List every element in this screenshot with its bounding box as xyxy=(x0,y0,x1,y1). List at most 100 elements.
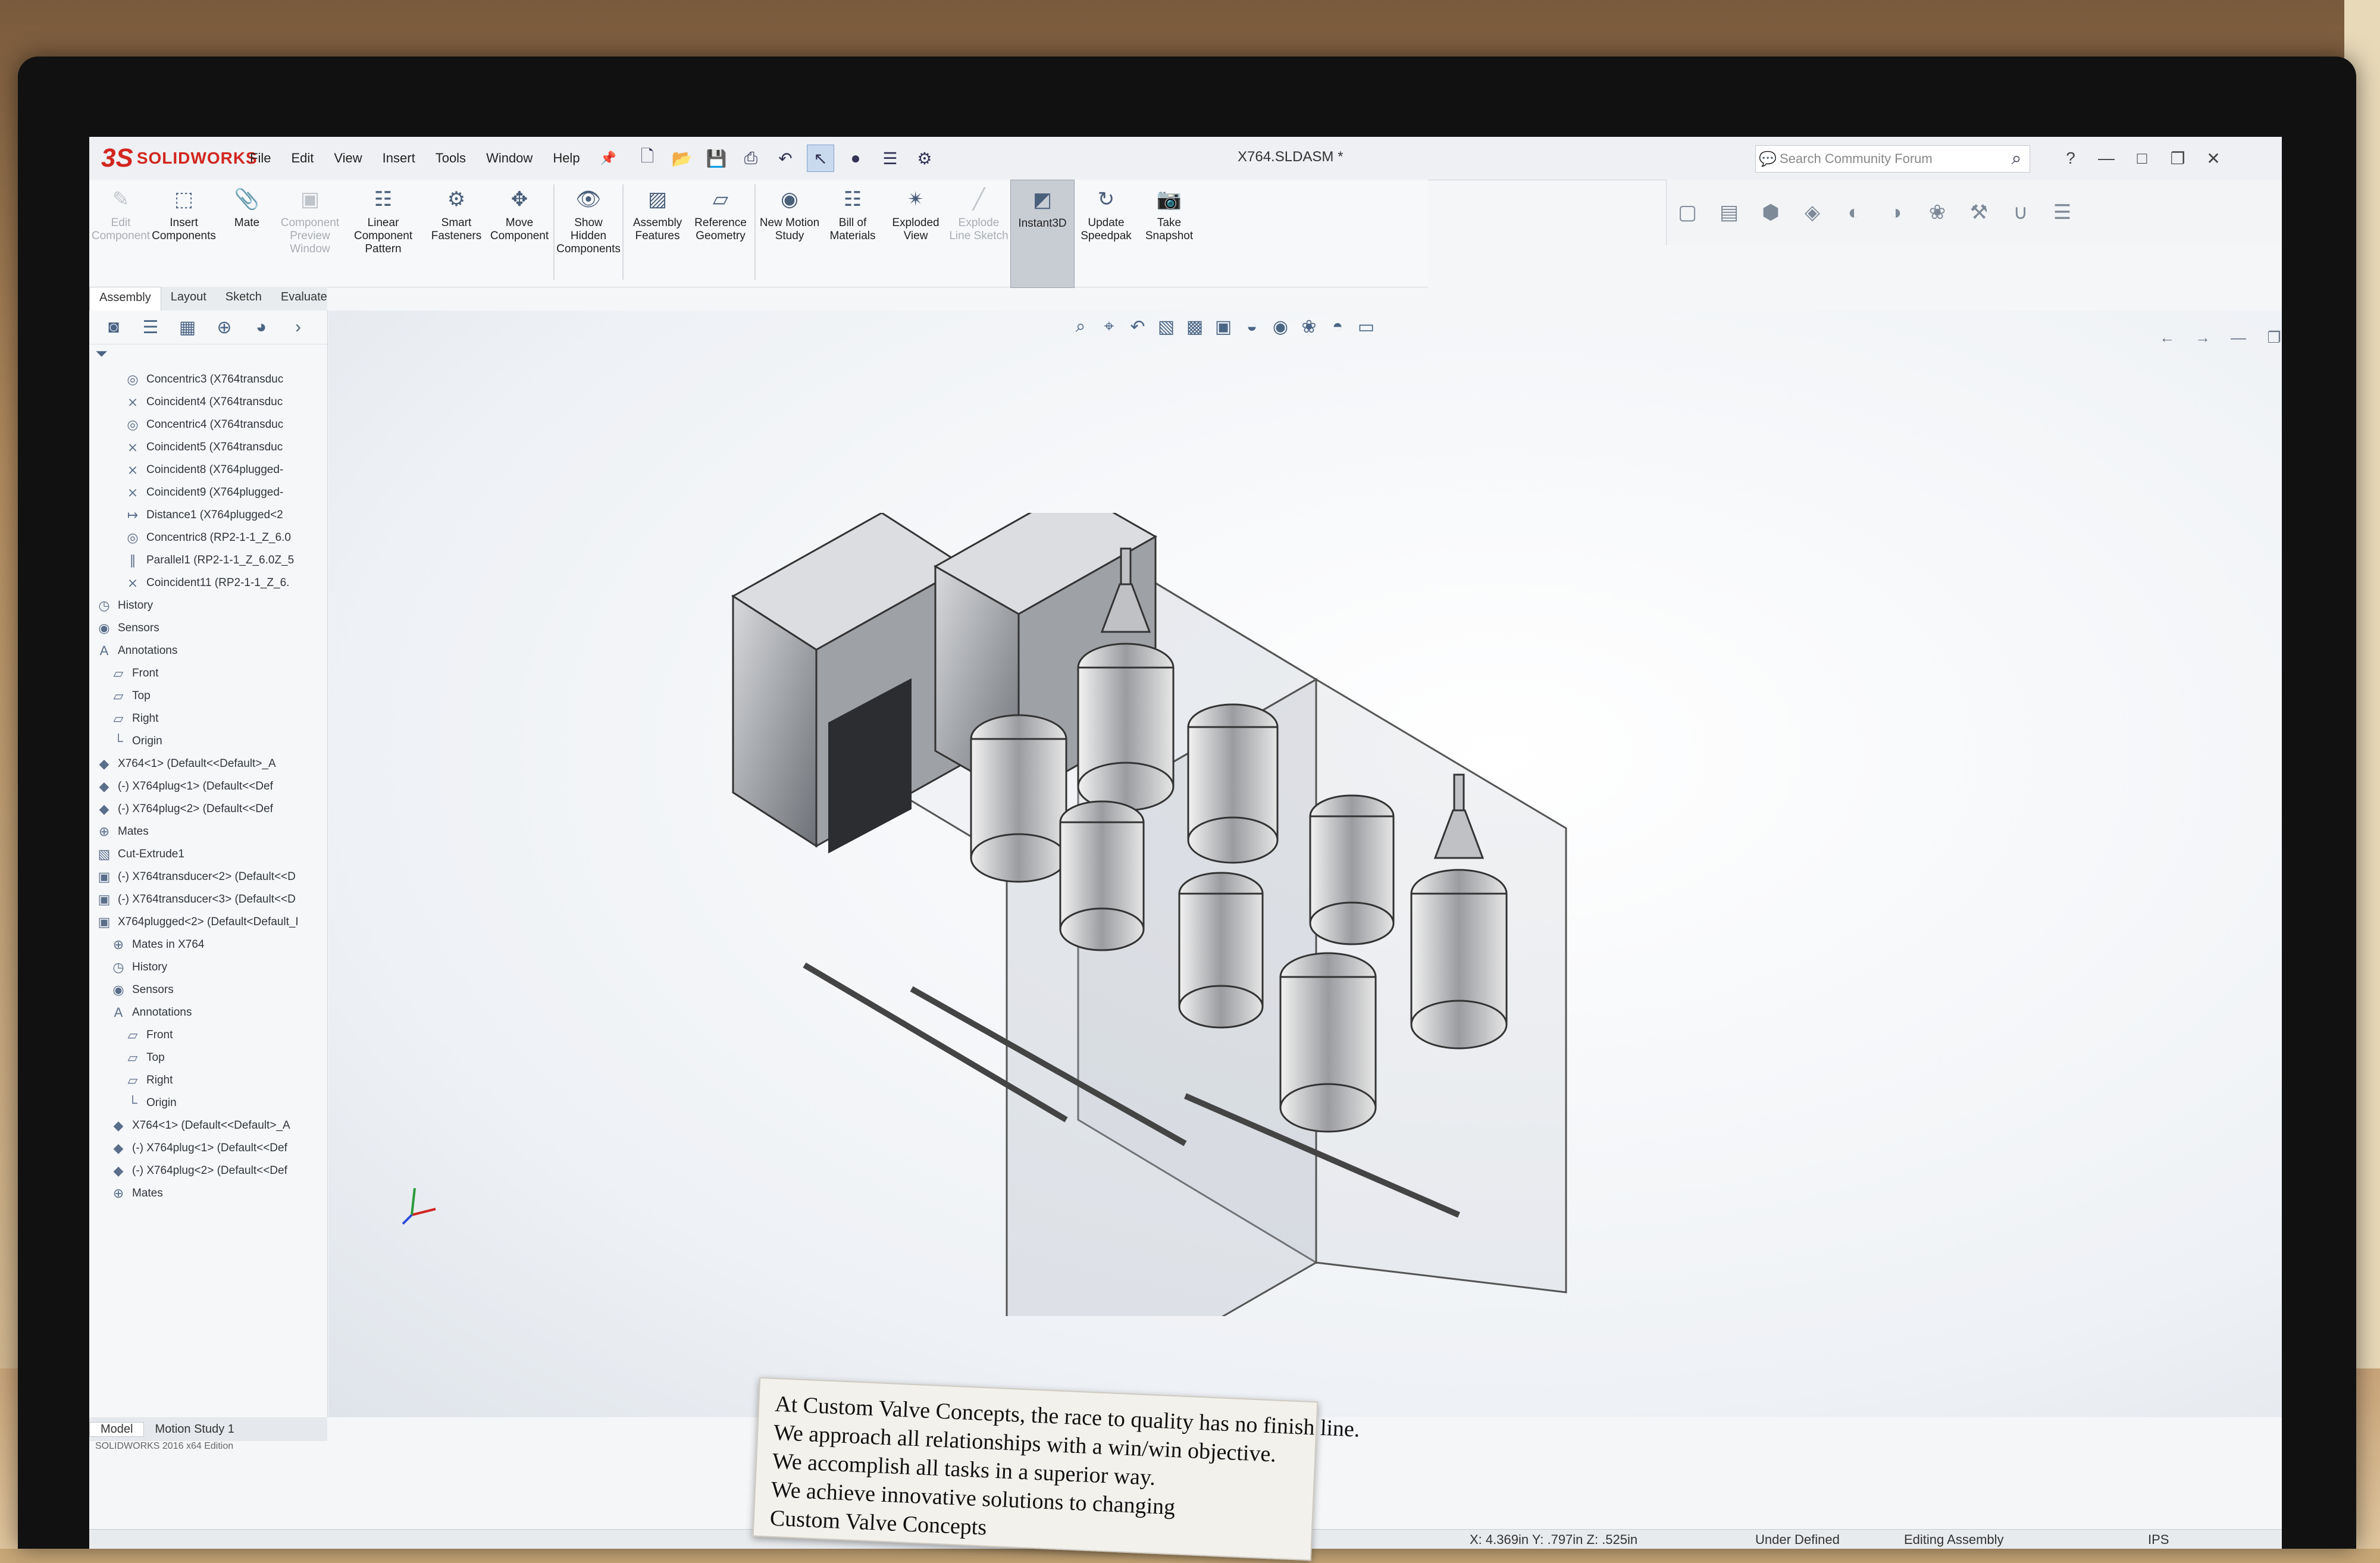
menu-tools[interactable]: Tools xyxy=(436,151,466,166)
undo-icon[interactable]: ↶ xyxy=(772,145,798,171)
exploded-view-button[interactable]: ✴ Exploded View xyxy=(884,180,947,287)
explode-line-sketch-button[interactable]: ╱ Explode Line Sketch xyxy=(947,180,1010,287)
tree-node[interactable]: ▣ (-) X764transducer<2> (Default<<D xyxy=(95,866,327,888)
feature-tree-icon[interactable]: ◙ xyxy=(95,317,132,337)
unit-system[interactable]: IPS xyxy=(2148,1532,2169,1548)
filter-icon[interactable]: ⏷ xyxy=(89,344,327,368)
bill-of-materials-button[interactable]: ☷ Bill of Materials xyxy=(821,180,884,287)
tile-icon[interactable]: ❐ xyxy=(2160,145,2196,171)
tree-node[interactable]: ◆ (-) X764plug<1> (Default<<Def xyxy=(95,1137,327,1160)
viewport-minimize-icon[interactable]: — xyxy=(2221,328,2256,347)
tab-motion-study-1[interactable]: Motion Study 1 xyxy=(144,1423,245,1436)
tree-node[interactable]: ⊕ Mates xyxy=(95,820,327,843)
tree-node[interactable]: A Annotations xyxy=(95,640,327,662)
tree-node[interactable]: ⨯ Coincident8 (X764plugged- xyxy=(95,459,327,481)
component-preview-window-button[interactable]: ▣ Component Preview Window xyxy=(278,180,342,287)
tree-node[interactable]: ⨯ Coincident11 (RP2-1-1_Z_6. xyxy=(95,572,327,594)
tree-node[interactable]: ▱ Front xyxy=(95,1024,327,1047)
tools-icon[interactable]: ⚒ xyxy=(1958,201,2000,224)
new-document-icon[interactable]: 🗋 xyxy=(634,145,660,171)
previous-view-icon[interactable]: ↶ xyxy=(1123,317,1152,337)
tree-node[interactable]: ▱ Front xyxy=(95,662,327,685)
scene-icon[interactable]: ◑ xyxy=(1875,201,1916,224)
hide-show-items-icon[interactable]: ◉ xyxy=(1266,317,1295,337)
tree-node[interactable]: ▱ Top xyxy=(95,685,327,707)
tree-node[interactable]: ◆ X764<1> (Default<<Default>_A xyxy=(95,1114,327,1137)
tree-node[interactable]: ▣ X764plugged<2> (Default<Default_I xyxy=(95,911,327,934)
file-properties-icon[interactable]: ☰ xyxy=(877,145,903,171)
viewport-restore-icon[interactable]: ❐ xyxy=(2256,328,2282,347)
customize-icon[interactable]: ☰ xyxy=(2041,201,2083,224)
expand-panel-icon[interactable]: › xyxy=(280,317,317,337)
tab-evaluate[interactable]: Evaluate xyxy=(271,287,337,311)
tree-node[interactable]: └ Origin xyxy=(95,730,327,753)
view-orientation-icon[interactable]: ▣ xyxy=(1209,317,1238,337)
tree-node[interactable]: ▱ Top xyxy=(95,1047,327,1069)
apply-scene-icon[interactable]: ◓ xyxy=(1323,317,1352,337)
dynamic-annotation-icon[interactable]: ▩ xyxy=(1180,317,1209,337)
tree-node[interactable]: ◷ History xyxy=(95,594,327,617)
view-settings-icon[interactable]: ▭ xyxy=(1352,317,1380,337)
insert-components-button[interactable]: ⬚ Insert Components xyxy=(152,180,216,287)
tree-node[interactable]: ▣ (-) X764transducer<3> (Default<<D xyxy=(95,888,327,911)
tree-node[interactable]: ⊕ Mates xyxy=(95,1182,327,1205)
update-speedpak-button[interactable]: ↻ Update Speedpak xyxy=(1075,180,1138,287)
edit-appearance-icon[interactable]: ❀ xyxy=(1295,317,1323,337)
search-community-forum-input[interactable]: 💬 Search Community Forum ⌕ xyxy=(1755,145,2030,173)
options-gear-icon[interactable]: ⚙ xyxy=(912,145,938,171)
pin-menu-icon[interactable]: 📌 xyxy=(600,151,616,166)
help-icon[interactable]: ? xyxy=(2053,145,2088,171)
take-snapshot-button[interactable]: 📷 Take Snapshot xyxy=(1138,180,1201,287)
display-style-icon[interactable]: ◒ xyxy=(1238,317,1266,337)
tree-node[interactable]: ◷ History xyxy=(95,956,327,979)
tab-model[interactable]: Model xyxy=(89,1421,145,1437)
open-icon[interactable]: 📂 xyxy=(669,145,695,171)
dimxpert-icon[interactable]: ⊕ xyxy=(206,317,243,338)
tree-node[interactable]: ⊕ Mates in X764 xyxy=(95,934,327,956)
select-arrow-icon[interactable]: ↖ xyxy=(806,145,834,172)
menu-help[interactable]: Help xyxy=(553,151,580,166)
tree-node[interactable]: ◉ Sensors xyxy=(95,979,327,1001)
routing-icon[interactable]: ∪ xyxy=(2000,201,2041,224)
tree-node[interactable]: A Annotations xyxy=(95,1001,327,1024)
save-icon[interactable]: 💾 xyxy=(703,145,729,171)
smart-fasteners-button[interactable]: ⚙ Smart Fasteners xyxy=(425,180,488,287)
view-orientation-icon[interactable]: ▢ xyxy=(1667,201,1708,224)
viewport-back-icon[interactable]: ← xyxy=(2149,328,2185,347)
tab-layout[interactable]: Layout xyxy=(161,287,216,311)
render-icon[interactable]: ❀ xyxy=(1916,201,1958,224)
mate-button[interactable]: 📎 Mate xyxy=(215,180,278,287)
instant3d-button[interactable]: ◩ Instant3D xyxy=(1010,180,1075,288)
viewport-forward-icon[interactable]: → xyxy=(2185,328,2221,347)
close-icon[interactable]: ✕ xyxy=(2196,145,2231,171)
menu-edit[interactable]: Edit xyxy=(291,151,314,166)
tree-node[interactable]: ◆ (-) X764plug<1> (Default<<Def xyxy=(95,775,327,798)
tree-node[interactable]: ⨯ Coincident4 (X764transduc xyxy=(95,391,327,414)
solidworks-logo[interactable]: 3S SOLIDWORKS xyxy=(101,140,257,176)
tree-node[interactable]: ◎ Concentric8 (RP2-1-1_Z_6.0 xyxy=(95,527,327,549)
linear-component-pattern-button[interactable]: ☷ Linear Component Pattern xyxy=(342,180,425,287)
zoom-to-fit-icon[interactable]: ⌕ xyxy=(1066,317,1095,337)
show-hidden-components-button[interactable]: 👁 Show Hidden Components xyxy=(556,180,621,287)
tree-node[interactable]: ∥ Parallel1 (RP2-1-1_Z_6.0Z_5 xyxy=(95,549,327,572)
edit-appearance-icon[interactable]: ◐ xyxy=(1833,201,1875,224)
menu-file[interactable]: File xyxy=(250,151,271,166)
menu-window[interactable]: Window xyxy=(486,151,533,166)
search-icon[interactable]: ⌕ xyxy=(2003,149,2030,169)
tree-node[interactable]: ◎ Concentric3 (X764transduc xyxy=(95,368,327,391)
assembly-features-button[interactable]: ▨ Assembly Features xyxy=(626,180,689,287)
tree-node[interactable]: ◆ (-) X764plug<2> (Default<<Def xyxy=(95,798,327,820)
zoom-to-area-icon[interactable]: ⌖ xyxy=(1095,317,1123,337)
tree-node[interactable]: ▱ Right xyxy=(95,1069,327,1092)
tree-node[interactable]: ▧ Cut-Extrude1 xyxy=(95,843,327,866)
traffic-light-icon[interactable]: ● xyxy=(843,145,869,171)
assembly-3d-model[interactable] xyxy=(685,513,1756,1316)
configuration-manager-icon[interactable]: ▦ xyxy=(169,317,206,338)
tree-node[interactable]: ◆ X764<1> (Default<<Default>_A xyxy=(95,753,327,775)
move-component-button[interactable]: ✥ Move Component xyxy=(488,180,551,287)
tree-node[interactable]: ↦ Distance1 (X764plugged<2 xyxy=(95,504,327,527)
property-manager-icon[interactable]: ☰ xyxy=(132,317,169,338)
print-icon[interactable]: ⎙ xyxy=(738,145,764,171)
tree-node[interactable]: ◎ Concentric4 (X764transduc xyxy=(95,414,327,436)
tree-node[interactable]: ◆ (-) X764plug<2> (Default<<Def xyxy=(95,1160,327,1182)
